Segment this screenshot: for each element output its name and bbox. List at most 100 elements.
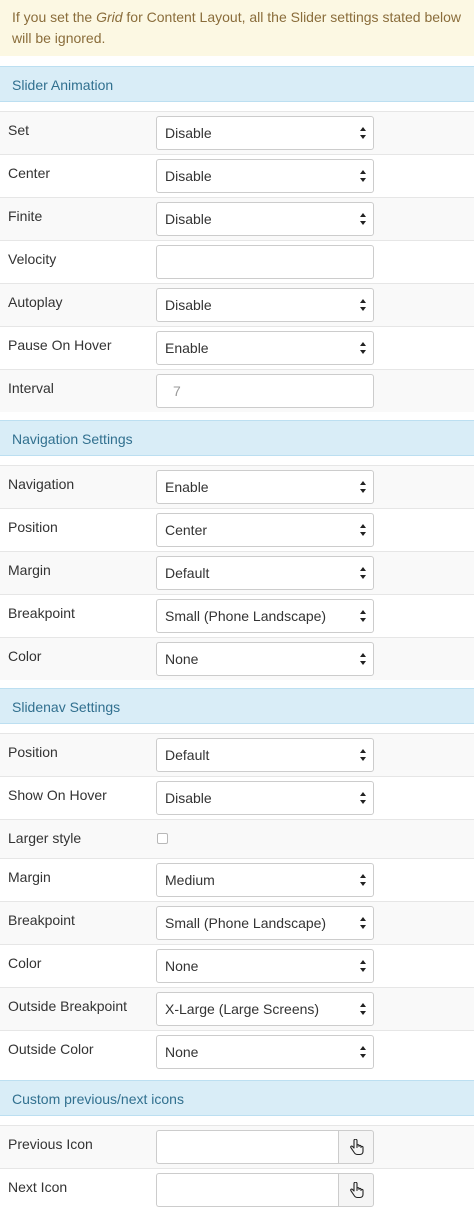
velocity-input[interactable] [156, 245, 374, 279]
row-navigation-breakpoint: Breakpoint Small (Phone Landscape) [0, 594, 474, 637]
select-arrows-icon [360, 1003, 366, 1015]
pause-on-hover-select[interactable]: Enable [156, 331, 374, 365]
select-value: X-Large (Large Screens) [165, 1001, 320, 1017]
show-on-hover-select[interactable]: Disable [156, 781, 374, 815]
field-label: Position [8, 519, 58, 535]
row-previous-icon: Previous Icon [0, 1125, 474, 1168]
row-larger-style: Larger style [0, 819, 474, 858]
navigation-color-select[interactable]: None [156, 642, 374, 676]
section-slider-animation: Slider Animation [0, 66, 474, 102]
field-label: Pause On Hover [8, 337, 112, 353]
field-label: Show On Hover [8, 787, 107, 803]
navigation-position-select[interactable]: Center [156, 513, 374, 547]
outside-breakpoint-select[interactable]: X-Large (Large Screens) [156, 992, 374, 1026]
row-slidenav-position: Position Default [0, 733, 474, 776]
select-value: None [165, 958, 199, 974]
grid-notice: If you set the Grid for Content Layout, … [0, 0, 474, 56]
field-label: Margin [8, 869, 51, 885]
navigation-select[interactable]: Enable [156, 470, 374, 504]
pointer-hand-icon [350, 1182, 364, 1199]
field-label: Color [8, 648, 42, 664]
next-icon-select-button[interactable] [338, 1173, 374, 1207]
field-label: Outside Color [8, 1041, 94, 1057]
field-label: Breakpoint [8, 912, 75, 928]
slidenav-position-select[interactable]: Default [156, 738, 374, 772]
field-label: Velocity [8, 251, 57, 267]
row-velocity: Velocity [0, 240, 474, 283]
select-value: Small (Phone Landscape) [165, 915, 327, 931]
field-label: Next Icon [8, 1179, 68, 1195]
select-arrows-icon [360, 1046, 366, 1058]
row-pause-on-hover: Pause On Hover Enable [0, 326, 474, 369]
notice-text-prefix: If you set the [12, 9, 97, 25]
field-label: Larger style [8, 830, 82, 846]
field-label: Previous Icon [8, 1136, 93, 1152]
navigation-margin-select[interactable]: Default [156, 556, 374, 590]
navigation-breakpoint-select[interactable]: Small (Phone Landscape) [156, 599, 374, 633]
outside-color-select[interactable]: None [156, 1035, 374, 1069]
select-arrows-icon [360, 299, 366, 311]
select-arrows-icon [360, 342, 366, 354]
field-label: Color [8, 955, 42, 971]
select-value: Medium [165, 872, 215, 888]
autoplay-select[interactable]: Disable [156, 288, 374, 322]
row-interval: Interval 7 [0, 369, 474, 412]
select-arrows-icon [360, 653, 366, 665]
interval-input[interactable]: 7 [156, 374, 374, 408]
next-icon-picker [156, 1173, 374, 1207]
select-arrows-icon [360, 170, 366, 182]
select-arrows-icon [360, 960, 366, 972]
previous-icon-select-button[interactable] [338, 1130, 374, 1164]
pointer-hand-icon [350, 1139, 364, 1156]
select-value: Enable [165, 340, 209, 356]
section-slidenav-settings: Slidenav Settings [0, 688, 474, 724]
select-value: Center [165, 522, 208, 538]
row-finite: Finite Disable [0, 197, 474, 240]
select-value: Disable [165, 297, 212, 313]
select-value: Disable [165, 211, 212, 227]
field-label: Interval [8, 380, 54, 396]
row-center: Center Disable [0, 154, 474, 197]
select-arrows-icon [360, 567, 366, 579]
select-arrows-icon [360, 610, 366, 622]
row-slidenav-margin: Margin Medium [0, 858, 474, 901]
section-custom-icons: Custom previous/next icons [0, 1080, 474, 1116]
select-arrows-icon [360, 749, 366, 761]
field-label: Navigation [8, 476, 75, 492]
set-select[interactable]: Disable [156, 116, 374, 150]
select-value: Disable [165, 168, 212, 184]
field-label: Autoplay [8, 294, 63, 310]
select-value: None [165, 651, 199, 667]
row-navigation-position: Position Center [0, 508, 474, 551]
select-arrows-icon [360, 127, 366, 139]
row-outside-breakpoint: Outside Breakpoint X-Large (Large Screen… [0, 987, 474, 1030]
slidenav-margin-select[interactable]: Medium [156, 863, 374, 897]
select-value: Disable [165, 790, 212, 806]
select-arrows-icon [360, 524, 366, 536]
field-label: Center [8, 165, 51, 181]
slidenav-color-select[interactable]: None [156, 949, 374, 983]
center-select[interactable]: Disable [156, 159, 374, 193]
section-navigation-settings: Navigation Settings [0, 420, 474, 456]
select-value: Enable [165, 479, 209, 495]
select-arrows-icon [360, 792, 366, 804]
select-value: None [165, 1044, 199, 1060]
larger-style-checkbox[interactable] [157, 833, 168, 844]
select-arrows-icon [360, 481, 366, 493]
section-title: Slider Animation [12, 77, 114, 93]
row-slidenav-breakpoint: Breakpoint Small (Phone Landscape) [0, 901, 474, 944]
row-navigation: Navigation Enable [0, 465, 474, 508]
field-label: Margin [8, 562, 51, 578]
row-next-icon: Next Icon [0, 1168, 474, 1211]
row-outside-color: Outside Color None [0, 1030, 474, 1073]
previous-icon-input[interactable] [156, 1130, 338, 1164]
row-autoplay: Autoplay Disable [0, 283, 474, 326]
field-label: Position [8, 744, 58, 760]
section-title: Navigation Settings [12, 431, 133, 447]
slidenav-breakpoint-select[interactable]: Small (Phone Landscape) [156, 906, 374, 940]
notice-text-emphasis: Grid [96, 9, 123, 25]
field-label: Outside Breakpoint [8, 998, 128, 1014]
next-icon-input[interactable] [156, 1173, 338, 1207]
row-set: Set Disable [0, 111, 474, 154]
finite-select[interactable]: Disable [156, 202, 374, 236]
